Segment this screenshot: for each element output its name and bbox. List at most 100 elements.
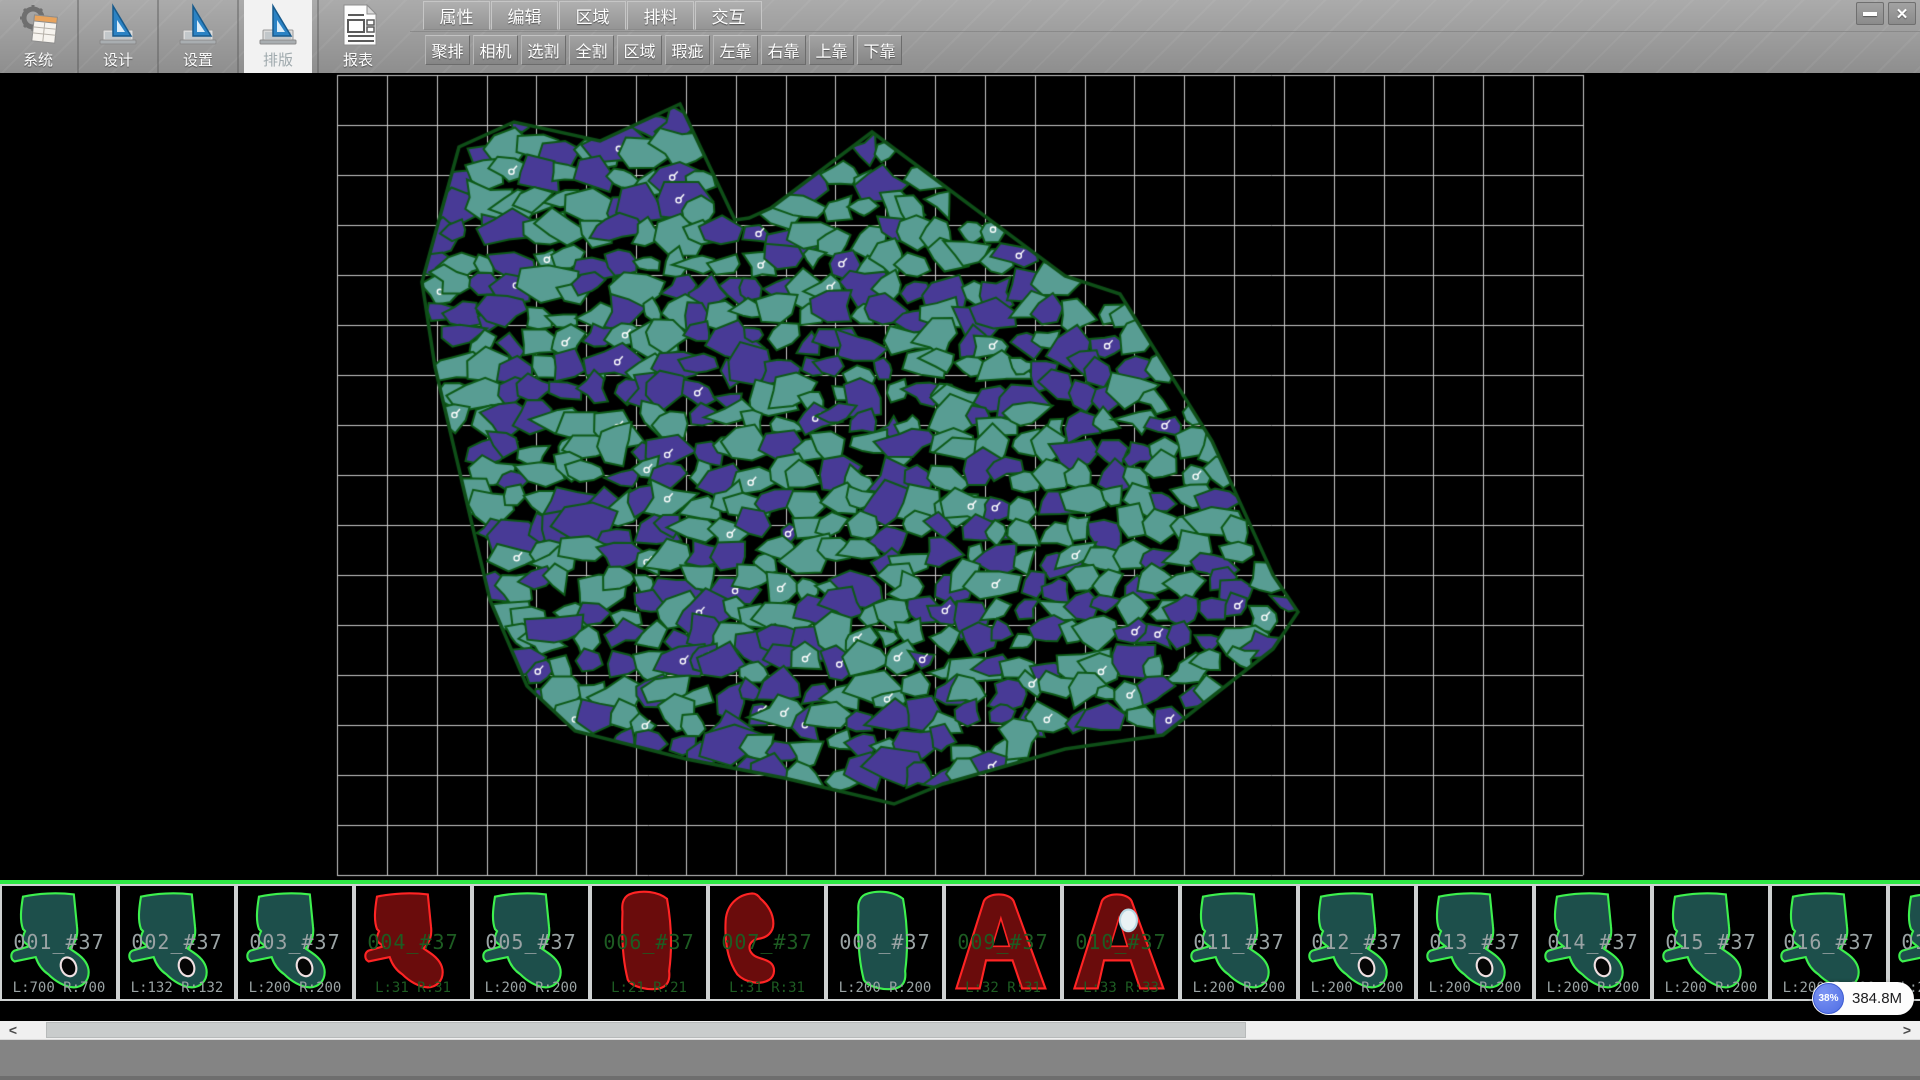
- nesting-viewport[interactable]: [0, 73, 1920, 880]
- part-thumbnail-005[interactable]: 005_#37 L:200 R:200: [472, 884, 590, 1001]
- menu-tab[interactable]: 编辑: [491, 1, 558, 30]
- menu-tab[interactable]: 交互: [695, 1, 762, 30]
- top-toolbar: 系统 设计 设置 排版: [0, 0, 1920, 73]
- system-gear-icon: [16, 3, 60, 47]
- part-thumbnail-013[interactable]: 013_#37 L:200 R:200: [1416, 884, 1534, 1001]
- part-count: L:200 R:200: [1536, 980, 1650, 996]
- main-button-label: 排版: [263, 49, 293, 70]
- part-name: 006_#37: [592, 930, 706, 954]
- part-count: L:200 R:200: [1182, 980, 1296, 996]
- settings-ruler-icon: [176, 3, 220, 47]
- action-button[interactable]: 区域: [617, 35, 662, 65]
- action-button-row: 聚排相机选割全割区域瑕疵左靠右靠上靠下靠: [425, 35, 905, 65]
- part-thumbnail-002[interactable]: 002_#37 L:132 R:132: [118, 884, 236, 1001]
- part-count: L:200 R:200: [828, 980, 942, 996]
- main-button-5[interactable]: 报表: [324, 0, 392, 73]
- main-button-4[interactable]: 排版: [244, 0, 312, 73]
- part-count: L:200 R:200: [1654, 980, 1768, 996]
- part-name: 012_#37: [1300, 930, 1414, 954]
- action-button[interactable]: 右靠: [761, 35, 806, 65]
- action-button[interactable]: 瑕疵: [665, 35, 710, 65]
- memory-usage: 384.8M: [1852, 990, 1902, 1007]
- toolbar-separator: [317, 0, 319, 73]
- part-thumbnail-009[interactable]: 009_#37 L:32 R:31: [944, 884, 1062, 1001]
- main-button-2[interactable]: 设计: [84, 0, 152, 73]
- report-icon: [336, 3, 380, 47]
- scrollbar-thumb[interactable]: [46, 1022, 1246, 1038]
- part-name: 003_#37: [238, 930, 352, 954]
- part-name: 001_#37: [2, 930, 116, 954]
- part-thumbnail-015[interactable]: 015_#37 L:200 R:200: [1652, 884, 1770, 1001]
- part-name: 016_#37: [1772, 930, 1886, 954]
- main-button-label: 报表: [343, 49, 373, 70]
- part-thumbnail-006[interactable]: 006_#37 L:21 R:21: [590, 884, 708, 1001]
- part-name: 009_#37: [946, 930, 1060, 954]
- nesting-canvas[interactable]: [0, 73, 1920, 880]
- part-name: 002_#37: [120, 930, 234, 954]
- menu-tab-row: 属性编辑区域排料交互: [423, 1, 763, 31]
- action-button[interactable]: 左靠: [713, 35, 758, 65]
- design-ruler-icon: [96, 3, 140, 47]
- part-name: 005_#37: [474, 930, 588, 954]
- action-button[interactable]: 相机: [473, 35, 518, 65]
- bottom-bar: [0, 1039, 1920, 1080]
- part-count: L:21 R:21: [592, 980, 706, 996]
- action-button[interactable]: 上靠: [809, 35, 854, 65]
- part-thumbnail-012[interactable]: 012_#37 L:200 R:200: [1298, 884, 1416, 1001]
- part-thumbnail-001[interactable]: 001_#37 L:700 R:700: [0, 884, 118, 1001]
- main-toolbar-buttons: 系统 设计 设置 排版: [4, 0, 392, 73]
- scroll-right-arrow[interactable]: >: [1898, 1021, 1916, 1039]
- part-name: 010_#37: [1064, 930, 1178, 954]
- action-button[interactable]: 全割: [569, 35, 614, 65]
- part-thumbnail-014[interactable]: 014_#37 L:200 R:200: [1534, 884, 1652, 1001]
- action-button[interactable]: 选割: [521, 35, 566, 65]
- part-name: 008_#37: [828, 930, 942, 954]
- toolbar-seam: [410, 31, 1920, 32]
- menu-tab[interactable]: 属性: [423, 1, 490, 30]
- main-button-1[interactable]: 系统: [4, 0, 72, 73]
- part-count: L:200 R:200: [474, 980, 588, 996]
- part-thumbnail-011[interactable]: 011_#37 L:200 R:200: [1180, 884, 1298, 1001]
- part-thumbnail-007[interactable]: 007_#37L:31 R:31: [708, 884, 826, 1001]
- part-count: L:33 R:33: [1064, 980, 1178, 996]
- minimize-icon: [1863, 12, 1877, 16]
- progress-badge[interactable]: 38% 384.8M: [1812, 982, 1914, 1015]
- layout-ruler-icon: [256, 3, 300, 47]
- part-thumbnail-004[interactable]: 004_#37 L:31 R:31: [354, 884, 472, 1001]
- parts-thumbnail-strip: 001_#37 L:700 R:700 002_#37 L:132 R:132 00…: [0, 884, 1920, 1021]
- part-thumbnail-008[interactable]: 008_#37 L:200 R:200: [826, 884, 944, 1001]
- part-thumbnail-003[interactable]: 003_#37 L:200 R:200: [236, 884, 354, 1001]
- action-button[interactable]: 聚排: [425, 35, 470, 65]
- action-button[interactable]: 下靠: [857, 35, 902, 65]
- part-count: L:31 R:31: [710, 980, 824, 996]
- menu-tab[interactable]: 排料: [627, 1, 694, 30]
- part-count: L:200 R:200: [1418, 980, 1532, 996]
- close-button[interactable]: ✕: [1888, 2, 1916, 25]
- part-count: L:31 R:31: [356, 980, 470, 996]
- main-button-label: 系统: [23, 49, 53, 70]
- progress-percent: 38%: [1813, 983, 1844, 1014]
- part-count: L:200 R:200: [1300, 980, 1414, 996]
- main-button-3[interactable]: 设置: [164, 0, 232, 73]
- toolbar-separator: [77, 0, 79, 73]
- part-name: 015_#37: [1654, 930, 1768, 954]
- horizontal-scrollbar[interactable]: < >: [0, 1021, 1920, 1039]
- window-controls: ✕: [1856, 2, 1916, 25]
- part-thumbnail-010[interactable]: 010_#37 L:33 R:33: [1062, 884, 1180, 1001]
- part-name: 014_#37: [1536, 930, 1650, 954]
- part-count: L:32 R:31: [946, 980, 1060, 996]
- toolbar-separator: [157, 0, 159, 73]
- part-name: 013_#37: [1418, 930, 1532, 954]
- menu-tab[interactable]: 区域: [559, 1, 626, 30]
- close-icon: ✕: [1896, 5, 1909, 23]
- scroll-left-arrow[interactable]: <: [4, 1021, 22, 1039]
- main-button-label: 设计: [103, 49, 133, 70]
- part-name: 004_#37: [356, 930, 470, 954]
- toolbar-separator: [237, 0, 239, 73]
- part-count: L:132 R:132: [120, 980, 234, 996]
- minimize-button[interactable]: [1856, 2, 1884, 25]
- part-name: 011_#37: [1182, 930, 1296, 954]
- part-count: L:200 R:200: [238, 980, 352, 996]
- part-name: 017_#37: [1890, 930, 1920, 954]
- part-count: L:700 R:700: [2, 980, 116, 996]
